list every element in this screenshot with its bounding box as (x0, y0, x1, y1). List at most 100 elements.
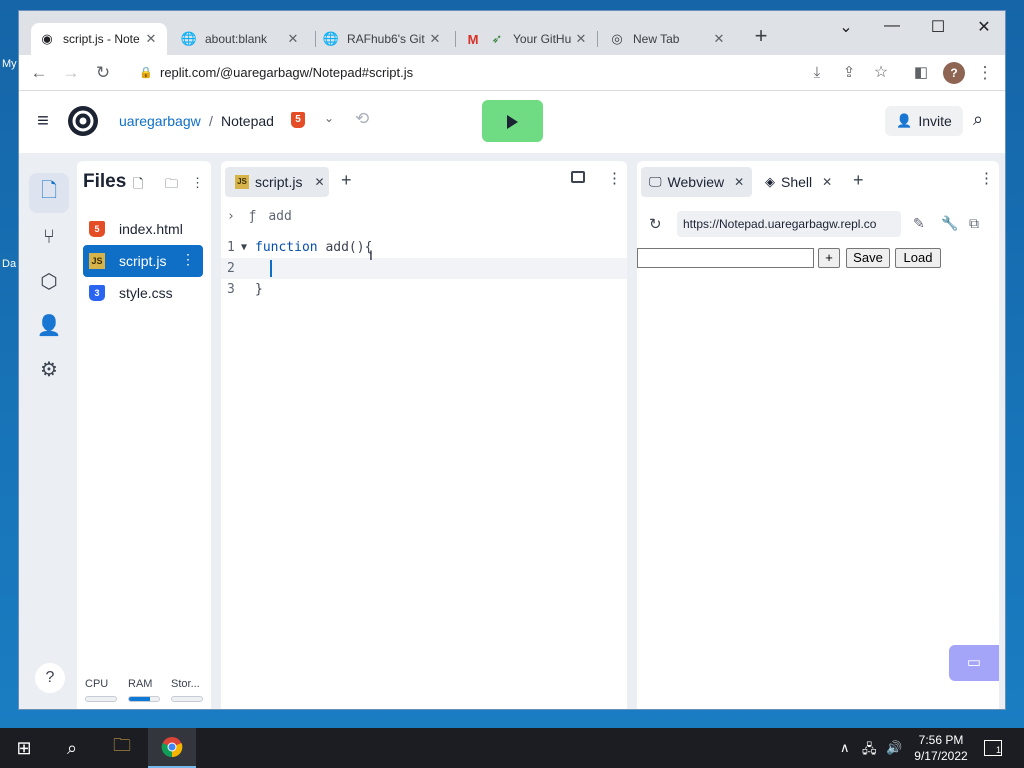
close-icon[interactable]: ✕ (822, 175, 832, 189)
replit-logo-icon[interactable] (67, 105, 99, 137)
files-title: Files (83, 171, 127, 192)
open-new-window-icon[interactable]: ⧉ (969, 215, 979, 232)
close-window-button[interactable]: ✕ (973, 17, 995, 39)
tab-github[interactable]: M ➶ Your GitHu ✕ (457, 23, 597, 55)
install-icon[interactable]: ⤓ (805, 61, 829, 85)
minimize-button[interactable]: — (881, 17, 903, 39)
close-icon[interactable]: ✕ (314, 175, 324, 189)
tab-new-tab[interactable]: ◎ New Tab ✕ (601, 23, 735, 55)
tab-rafhub[interactable]: 🌐 RAFhub6's Git ✕ (315, 23, 451, 55)
git-nav-icon[interactable]: ⑂ (29, 217, 69, 257)
run-button[interactable] (482, 100, 543, 142)
help-button[interactable]: ? (35, 663, 65, 693)
tab-shell[interactable]: ◈ Shell ✕ (757, 167, 840, 197)
file-style-css[interactable]: 3 style.css (83, 277, 203, 309)
system-clock[interactable]: 7:56 PM 9/17/2022 (912, 732, 970, 764)
new-tab-button[interactable]: + (749, 25, 773, 49)
network-icon[interactable]: 🖧 (862, 740, 877, 762)
tab-search-icon[interactable]: ⌄ (835, 17, 857, 39)
storage-meter[interactable] (171, 696, 203, 702)
invite-button[interactable]: 👤 Invite (885, 106, 963, 136)
notifications-icon[interactable]: 1 (984, 740, 1002, 756)
browser-menu-icon[interactable]: ⋮ (973, 61, 997, 85)
back-icon[interactable]: ← (27, 61, 51, 85)
close-icon[interactable]: ✕ (711, 31, 727, 47)
tab-title: Your GitHu (513, 32, 572, 46)
close-icon[interactable]: ✕ (143, 31, 159, 47)
refresh-icon[interactable]: ↻ (649, 215, 662, 233)
start-windows-icon[interactable]: ⊞ (0, 728, 48, 768)
add-user-icon: 👤 (896, 113, 913, 128)
globe-icon: 🌐 (322, 31, 340, 46)
rocket-icon: ➶ (491, 31, 503, 46)
editor-tab-script-js[interactable]: JS script.js ✕ (225, 167, 329, 197)
history-icon[interactable]: ⟲ (355, 109, 369, 129)
tab-title: script.js - Note (63, 32, 140, 46)
reload-icon[interactable]: ↻ (91, 61, 115, 85)
owner-link[interactable]: uaregarbagw (119, 113, 201, 129)
close-icon[interactable]: ✕ (285, 31, 301, 47)
save-button[interactable]: Save (846, 248, 890, 268)
devtools-wrench-icon[interactable]: 🔧 (941, 215, 958, 232)
edit-pencil-icon[interactable]: ✎ (913, 215, 925, 232)
show-hidden-icons-chevron-icon[interactable]: ∧ (840, 740, 850, 756)
lock-icon[interactable]: 🔒 (139, 66, 153, 80)
close-icon[interactable]: ✕ (734, 175, 744, 189)
code-line[interactable]: 1 ▼ function add(){ (221, 237, 627, 258)
profile-nav-icon[interactable]: 👤 (29, 305, 69, 345)
close-icon[interactable]: ✕ (573, 31, 589, 47)
file-script-js[interactable]: JS script.js ⋮ (83, 245, 203, 277)
chat-feedback-icon[interactable]: ▭ (949, 645, 999, 681)
line-number: 2 (227, 261, 235, 276)
tab-webview[interactable]: 🖵 Webview ✕ (641, 167, 753, 197)
symbol-breadcrumb[interactable]: › ƒ add (227, 209, 292, 224)
files-nav-icon[interactable]: 🗋 (29, 173, 69, 213)
tab-divider (597, 31, 598, 47)
code-line[interactable]: 3 } (221, 279, 627, 300)
plus-button[interactable]: + (818, 248, 840, 268)
desktop-icon-label: My (2, 58, 17, 70)
forward-icon[interactable]: → (59, 61, 83, 85)
editor-layout-icon[interactable] (571, 171, 585, 183)
taskbar-search-icon[interactable]: ⌕ (48, 728, 96, 768)
volume-icon[interactable]: 🔊 (886, 740, 902, 756)
packages-nav-icon[interactable]: ⬡ (29, 261, 69, 301)
storage-label: Stor... (171, 678, 200, 690)
text-caret (270, 260, 272, 277)
bookmark-star-icon[interactable]: ☆ (869, 61, 893, 85)
close-icon[interactable]: ✕ (427, 31, 443, 47)
profile-avatar[interactable]: ? (943, 62, 965, 84)
project-name[interactable]: Notepad (221, 113, 274, 129)
chrome-icon (161, 737, 183, 758)
browser-window: ◉ script.js - Note ✕ 🌐 about:blank ✕ 🌐 R… (18, 10, 1006, 710)
chrome-taskbar-icon[interactable] (148, 728, 196, 768)
editor-menu-icon[interactable]: ⋮ (607, 169, 622, 187)
fold-arrow-icon[interactable]: ▼ (241, 237, 247, 258)
webview-url-field[interactable]: https://Notepad.uaregarbagw.repl.co (677, 211, 901, 237)
code-line-current[interactable]: 2 (221, 258, 627, 279)
settings-gear-icon[interactable]: ⚙ (29, 349, 69, 389)
panel-menu-icon[interactable]: ⋮ (979, 169, 994, 187)
new-file-icon[interactable]: 🗋 (133, 175, 143, 197)
ram-meter[interactable] (128, 696, 160, 702)
file-index-html[interactable]: 5 index.html (83, 213, 203, 245)
ram-label: RAM (128, 678, 153, 690)
search-icon[interactable]: ⌕ (973, 109, 983, 130)
chevron-down-icon[interactable]: ⌄ (324, 111, 334, 125)
add-panel-tab-icon[interactable]: + (853, 170, 864, 191)
files-menu-icon[interactable]: ⋮ (191, 175, 204, 191)
tab-about-blank[interactable]: 🌐 about:blank ✕ (173, 23, 309, 55)
cpu-meter[interactable] (85, 696, 117, 702)
new-folder-icon[interactable]: 🗀 (165, 175, 178, 197)
load-button[interactable]: Load (895, 248, 941, 268)
file-menu-icon[interactable]: ⋮ (181, 251, 195, 268)
notepad-text-input[interactable] (637, 248, 814, 268)
add-editor-tab-icon[interactable]: + (341, 170, 352, 191)
tab-script-js[interactable]: ◉ script.js - Note ✕ (31, 23, 167, 55)
share-icon[interactable]: ⇪ (837, 61, 861, 85)
side-panel-icon[interactable]: ◧ (909, 61, 933, 85)
address-bar[interactable]: replit.com/@uaregarbagw/Notepad#script.j… (160, 65, 413, 80)
hamburger-menu-icon[interactable]: ≡ (31, 109, 55, 133)
maximize-button[interactable]: ☐ (927, 17, 949, 39)
file-explorer-icon[interactable]: 🗀 (98, 728, 146, 768)
